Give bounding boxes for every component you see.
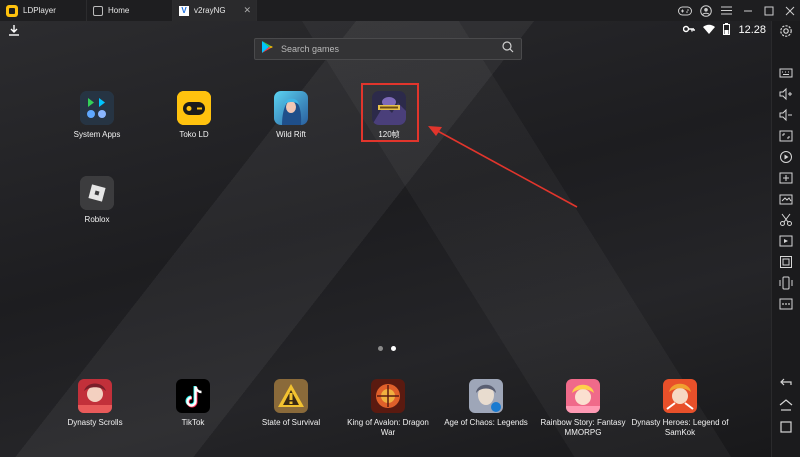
dock-app-dynasty-heroes[interactable]: Dynasty Heroes: Legend of SamKok (631, 379, 729, 438)
multi-instance-icon[interactable] (779, 234, 793, 248)
settings-icon[interactable] (779, 24, 793, 38)
search-placeholder: Search games (281, 44, 340, 54)
app-label: State of Survival (261, 418, 321, 427)
v2rayng-icon: V (179, 5, 189, 16)
dock-app-dynasty-scrolls[interactable]: Dynasty Scrolls (46, 379, 144, 428)
rainbow-story-icon (566, 379, 600, 413)
page-dot[interactable] (378, 346, 383, 351)
annotation-arrow-icon (428, 126, 578, 208)
recent-apps-icon[interactable] (779, 420, 793, 434)
account-icon[interactable] (695, 0, 716, 21)
dock-app-rainbow-story[interactable]: Rainbow Story: Fantasy MMORPG (534, 379, 632, 438)
app-label: Dynasty Heroes: Legend of SamKok (631, 418, 729, 437)
highlight-annotation-box (361, 83, 419, 142)
download-icon[interactable] (8, 23, 20, 41)
age-of-chaos-icon (469, 379, 503, 413)
home-tab-icon (93, 5, 103, 16)
right-toolbar (771, 21, 800, 457)
home-icon[interactable] (779, 398, 793, 412)
app-title: LDPlayer (0, 0, 87, 21)
dock-app-state-of-survival[interactable]: State of Survival (242, 379, 340, 428)
clock-time: 12.28 (738, 24, 766, 36)
ldplayer-logo-icon (6, 4, 18, 17)
sync-icon[interactable] (779, 255, 793, 269)
app-label: System Apps (73, 130, 121, 139)
dynasty-scrolls-icon (78, 379, 112, 413)
shake-icon[interactable] (779, 276, 793, 290)
search-games-bar[interactable]: Search games (254, 38, 522, 60)
app-wild-rift[interactable]: Wild Rift (251, 91, 331, 140)
scissors-icon[interactable] (779, 213, 793, 227)
volume-down-icon[interactable] (779, 108, 793, 122)
app-label: King of Avalon: Dragon War (347, 418, 429, 437)
android-home-screen: Search games System Apps Toko LD Wild Ri… (0, 21, 772, 457)
gamepad-icon[interactable] (674, 0, 695, 21)
king-of-avalon-icon (371, 379, 405, 413)
state-of-survival-icon (274, 379, 308, 413)
maximize-icon[interactable] (758, 0, 779, 21)
volume-up-icon[interactable] (779, 87, 793, 101)
back-icon[interactable] (779, 376, 793, 390)
app-toko-ld[interactable]: Toko LD (154, 91, 234, 140)
title-bar: LDPlayer Home V v2rayNG ✕ (0, 0, 800, 21)
close-tab-icon[interactable]: ✕ (243, 5, 251, 16)
app-label: Age of Chaos: Legends (444, 418, 528, 427)
app-roblox[interactable]: Roblox (57, 176, 137, 225)
wild-rift-icon (274, 91, 308, 125)
keyboard-icon[interactable] (779, 66, 793, 80)
tab-v2rayng[interactable]: V v2rayNG ✕ (173, 0, 257, 21)
app-system-apps[interactable]: System Apps (57, 91, 137, 140)
app-name: LDPlayer (23, 6, 56, 15)
system-apps-icon (80, 91, 114, 125)
more-icon[interactable] (779, 297, 793, 311)
roblox-icon (80, 176, 114, 210)
dock-app-king-of-avalon[interactable]: King of Avalon: Dragon War (339, 379, 437, 438)
status-bar: 12.28 (683, 22, 766, 38)
dynasty-heroes-icon (663, 379, 697, 413)
page-dot-active[interactable] (391, 346, 396, 351)
add-apk-icon[interactable] (779, 171, 793, 185)
dock-app-age-of-chaos[interactable]: Age of Chaos: Legends (437, 379, 535, 428)
app-label: Dynasty Scrolls (67, 418, 123, 427)
minimize-icon[interactable] (737, 0, 758, 21)
tiktok-icon (176, 379, 210, 413)
wifi-icon (703, 24, 716, 37)
battery-icon (723, 22, 731, 38)
close-window-icon[interactable] (779, 0, 800, 21)
tab-home[interactable]: Home (87, 0, 173, 21)
app-label: Toko LD (179, 130, 209, 139)
app-label: Rainbow Story: Fantasy MMORPG (540, 418, 626, 437)
tab-label: v2rayNG (194, 6, 226, 15)
play-store-icon (262, 40, 273, 58)
screenshot-icon[interactable] (779, 192, 793, 206)
page-indicator (378, 346, 396, 351)
menu-icon[interactable] (716, 0, 737, 21)
app-label: Wild Rift (276, 130, 306, 139)
tab-label: Home (108, 6, 130, 15)
vpn-key-icon (683, 24, 696, 36)
app-label: Roblox (84, 215, 110, 224)
dock-app-tiktok[interactable]: TikTok (144, 379, 242, 428)
toko-ld-icon (177, 91, 211, 125)
record-icon[interactable] (779, 150, 793, 164)
app-label: TikTok (181, 418, 205, 427)
screen-resize-icon[interactable] (779, 129, 793, 143)
search-icon[interactable] (502, 40, 514, 58)
